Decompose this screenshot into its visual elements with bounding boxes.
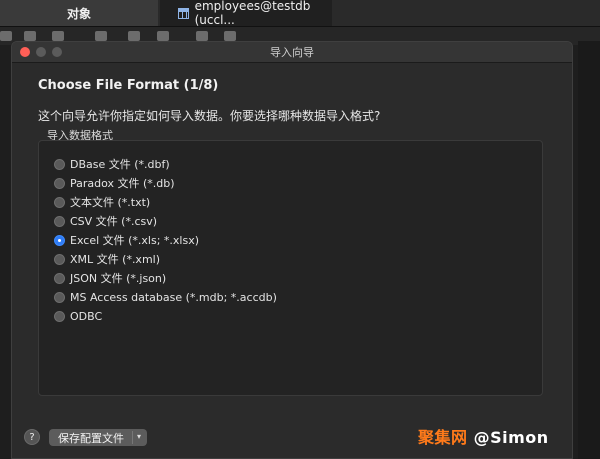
radio-button[interactable] (54, 272, 65, 284)
document-icon[interactable] (95, 31, 107, 41)
option-label: Excel 文件 (*.xls; *.xlsx) (70, 234, 200, 247)
option-ms-access[interactable]: MS Access database (*.mdb; *.accdb) (54, 289, 277, 305)
radio-button[interactable] (54, 253, 65, 265)
save-profile-button[interactable]: 保存配置文件 ▾ (49, 429, 147, 446)
watermark-handle: @Simon (473, 428, 549, 447)
radio-button[interactable] (54, 158, 65, 170)
option-label: MS Access database (*.mdb; *.accdb) (70, 290, 277, 304)
wizard-description: 这个向导允许你指定如何导入数据。你要选择哪种数据导入格式? (38, 109, 381, 123)
tab-employees-table[interactable]: employees@testdb (uccl... (160, 0, 332, 27)
radio-button-selected[interactable] (54, 234, 65, 246)
option-label: CSV 文件 (*.csv) (70, 215, 158, 228)
option-label: XML 文件 (*.xml) (70, 253, 161, 266)
step-heading: Choose File Format (1/8) (38, 78, 219, 93)
grid-icon[interactable] (224, 31, 236, 41)
tab-bar: 对象 employees@testdb (uccl... (0, 0, 600, 27)
grid-icon[interactable] (196, 31, 208, 41)
chevron-down-icon[interactable]: ▾ (137, 432, 141, 441)
option-label: JSON 文件 (*.json) (70, 272, 167, 285)
zoom-window-button[interactable] (52, 47, 62, 57)
dialog-titlebar: 导入向导 (12, 42, 572, 63)
radio-button[interactable] (54, 291, 65, 303)
radio-button[interactable] (54, 196, 65, 208)
database-icon[interactable] (0, 31, 12, 41)
format-options-group: DBase 文件 (*.dbf) Paradox 文件 (*.db) 文本文件 … (38, 140, 543, 396)
radio-button[interactable] (54, 215, 65, 227)
option-paradox[interactable]: Paradox 文件 (*.db) (54, 175, 175, 191)
option-csv[interactable]: CSV 文件 (*.csv) (54, 213, 157, 229)
option-json[interactable]: JSON 文件 (*.json) (54, 270, 166, 286)
filter-icon[interactable] (128, 31, 140, 41)
save-profile-label: 保存配置文件 (58, 431, 124, 445)
watermark: 聚集网 @Simon (418, 424, 549, 448)
import-wizard-dialog: 导入向导 Choose File Format (1/8) 这个向导允许你指定如… (11, 41, 573, 459)
option-text[interactable]: 文本文件 (*.txt) (54, 194, 150, 210)
database-icon[interactable] (52, 31, 64, 41)
tab-label: employees@testdb (uccl... (194, 0, 311, 27)
table-icon (178, 7, 189, 19)
option-label: DBase 文件 (*.dbf) (70, 158, 170, 171)
tab-objects[interactable]: 对象 (0, 0, 158, 26)
button-divider (132, 431, 133, 444)
radio-button[interactable] (54, 310, 65, 322)
option-xml[interactable]: XML 文件 (*.xml) (54, 251, 160, 267)
option-label: Paradox 文件 (*.db) (70, 177, 175, 190)
radio-button[interactable] (54, 177, 65, 189)
dialog-title: 导入向导 (270, 46, 314, 59)
help-button[interactable]: ? (24, 429, 40, 445)
minimize-window-button[interactable] (36, 47, 46, 57)
background-panel (578, 41, 600, 459)
watermark-logo: 聚集网 (418, 428, 468, 447)
database-icon[interactable] (24, 31, 36, 41)
sort-icon[interactable] (157, 31, 169, 41)
option-label: ODBC (70, 309, 103, 323)
option-odbc[interactable]: ODBC (54, 308, 102, 324)
option-excel[interactable]: Excel 文件 (*.xls; *.xlsx) (54, 232, 199, 248)
option-label: 文本文件 (*.txt) (70, 196, 151, 209)
close-window-button[interactable] (20, 47, 30, 57)
option-dbase[interactable]: DBase 文件 (*.dbf) (54, 156, 170, 172)
